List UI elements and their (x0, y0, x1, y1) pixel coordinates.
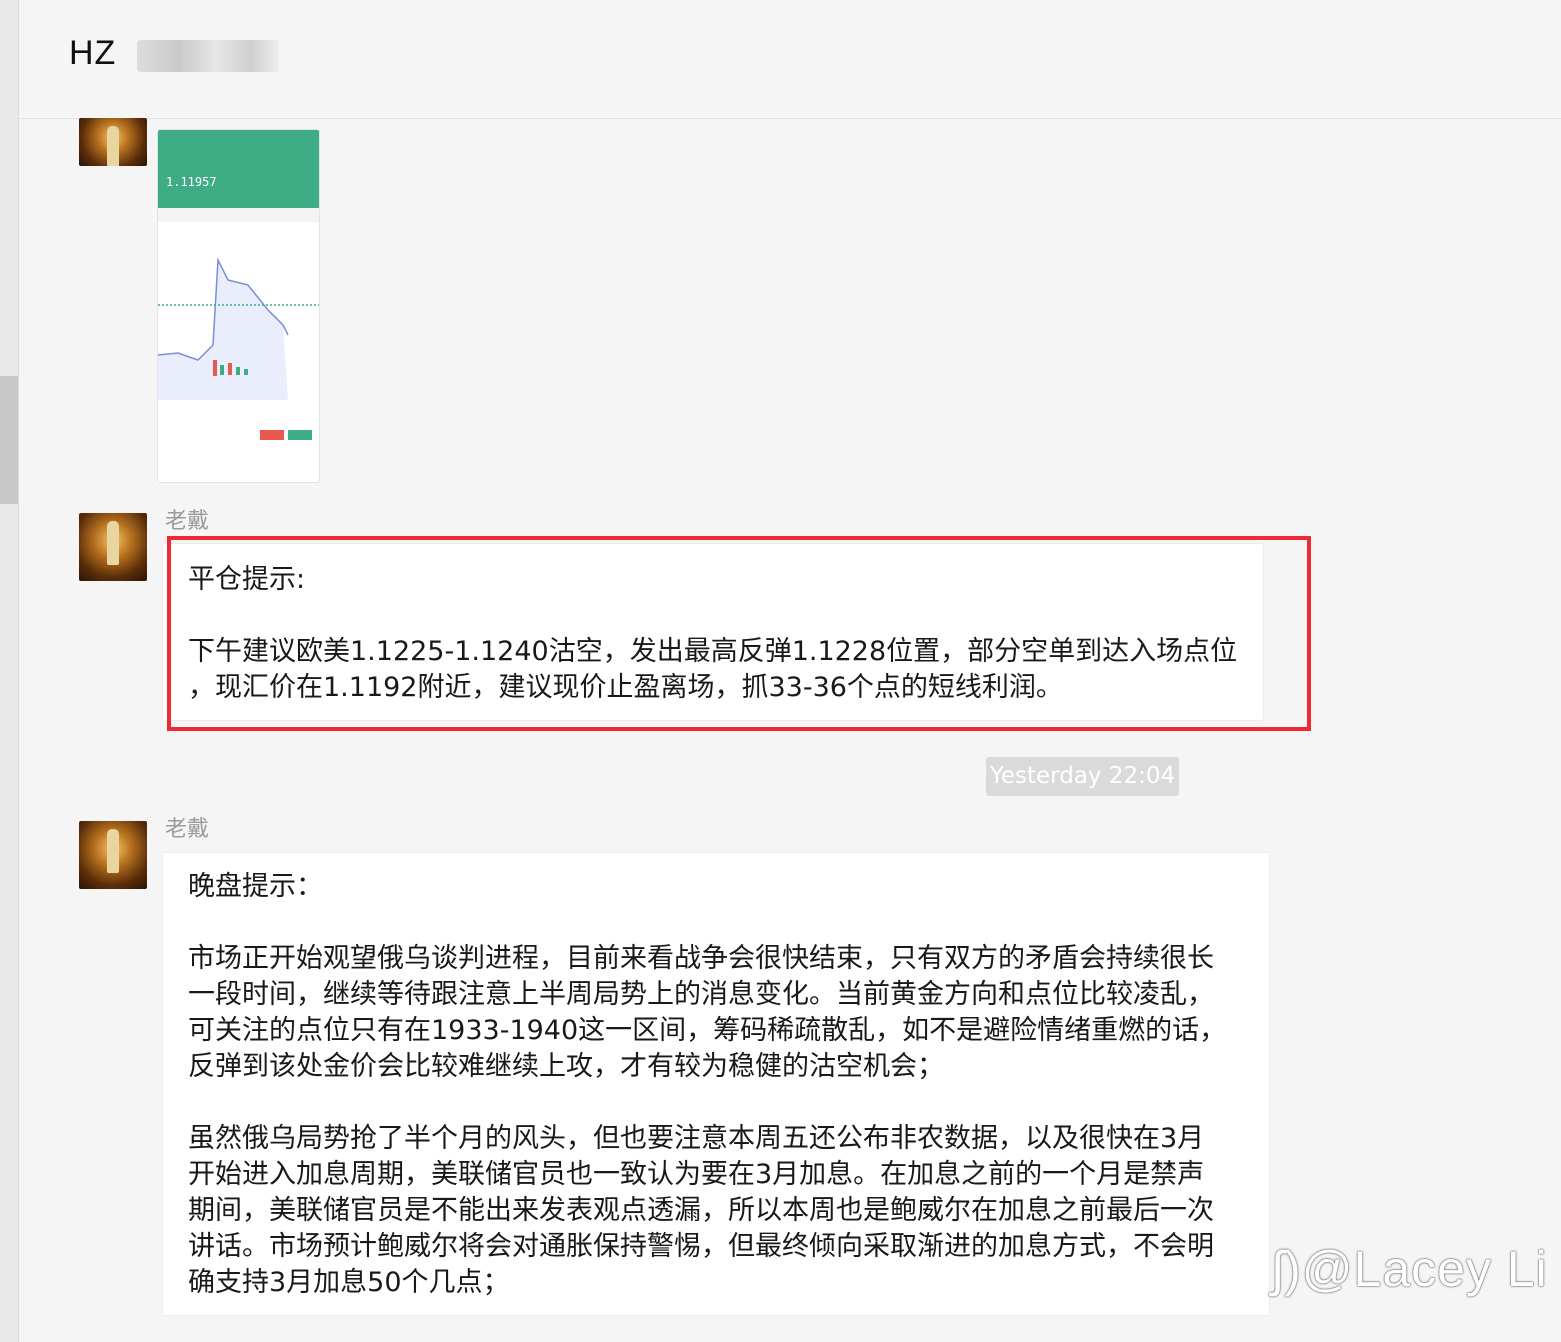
scrollbar-thumb[interactable] (0, 376, 18, 504)
message-line: 一段时间，继续等待跟注意上半周局势上的消息变化。当前黄金方向和点位比较凌乱， (188, 979, 1214, 1010)
message-line: 反弹到该处金价会比较难继续上攻，才有较为稳健的沽空机会； (188, 1051, 944, 1082)
thumbnail-sell-button (260, 430, 284, 440)
thumbnail-price: 1.11957 (166, 175, 217, 189)
watermark-text: @Lacey Li (1301, 1241, 1548, 1297)
redacted-title-area (137, 40, 279, 72)
avatar[interactable] (79, 118, 147, 166)
thumbnail-tabs (158, 208, 319, 222)
watermark: ʃ)@Lacey Li (1272, 1240, 1548, 1298)
timestamp: Yesterday 22:04 (986, 757, 1179, 796)
avatar[interactable] (79, 821, 147, 889)
sender-name: 老戴 (165, 509, 210, 534)
message-line: 期间，美联储官员是不能出来发表观点透漏，所以本周也是鲍威尔在加息之前最后一次 (188, 1195, 1214, 1226)
message-line: 确支持3月加息50个几点； (188, 1267, 510, 1298)
zhihu-logo-icon: ʃ) (1272, 1241, 1302, 1297)
red-highlight-frame (167, 536, 1311, 731)
chat-title: HZ (69, 34, 117, 72)
message-bubble-evening[interactable]: 晚盘提示： 市场正开始观望俄乌谈判进程，目前来看战争会很快结束，只有双方的矛盾会… (162, 852, 1270, 1316)
message-heading: 晚盘提示： (188, 871, 323, 902)
thumbnail-header: 1.11957 (158, 130, 319, 208)
message-line: 讲话。市场预计鲍威尔将会对通胀保持警惕，但最终倾向采取渐进的加息方式，不会明 (188, 1231, 1214, 1262)
chat-header: HZ (19, 0, 1561, 119)
thumbnail-chart (158, 257, 319, 400)
image-message-thumbnail[interactable]: 1.11957 (157, 129, 320, 483)
thumbnail-buy-button (288, 430, 312, 440)
message-line: 开始进入加息周期，美联储官员也一致认为要在3月加息。在加息之前的一个月是禁声 (188, 1159, 1205, 1190)
avatar[interactable] (79, 513, 147, 581)
message-line: 可关注的点位只有在1933-1940这一区间，筹码稀疏散乱，如不是避险情绪重燃的… (188, 1015, 1227, 1046)
message-line: 市场正开始观望俄乌谈判进程，目前来看战争会很快结束，只有双方的矛盾会持续很长 (188, 943, 1214, 974)
left-panel-edge (0, 0, 19, 1342)
sender-name: 老戴 (165, 817, 210, 842)
message-line: 虽然俄乌局势抢了半个月的风头，但也要注意本周五还公布非农数据，以及很快在3月 (188, 1123, 1205, 1154)
